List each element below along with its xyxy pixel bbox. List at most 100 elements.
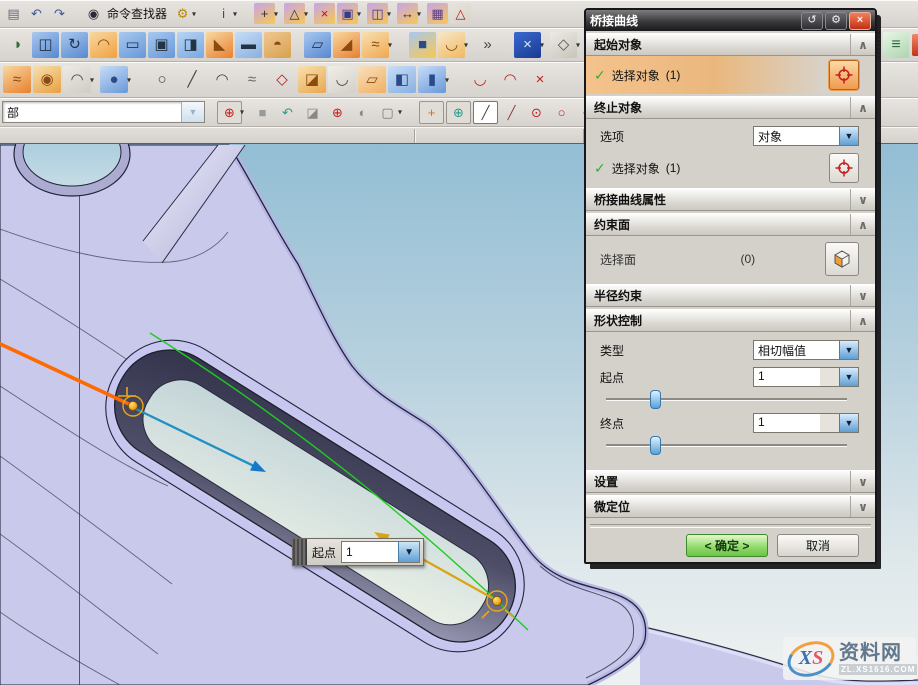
section-end-object[interactable]: 终止对象 ∧: [586, 96, 875, 119]
revolve-icon[interactable]: ↻: [61, 32, 88, 58]
delete-face-icon[interactable]: ×: [314, 3, 335, 24]
selection-scope-combo[interactable]: 部 ▼: [2, 101, 205, 123]
info-note-icon-dropdown-arrow[interactable]: ▾: [233, 9, 240, 18]
section-radius-constraint[interactable]: 半径约束 ∨: [586, 284, 875, 307]
section-settings-chevron-icon[interactable]: ∨: [850, 471, 875, 492]
point-snap-icon[interactable]: ⊕: [326, 102, 349, 123]
section-radius-constraint-chevron-icon[interactable]: ∨: [850, 285, 875, 306]
end-value-field[interactable]: 1 ▼: [753, 413, 859, 433]
fit-view-icon[interactable]: ×▾: [514, 32, 541, 58]
datum-plane-icon[interactable]: ▱: [358, 66, 386, 93]
section-bridge-properties-chevron-icon[interactable]: ∨: [850, 189, 875, 210]
flip-plane-icon[interactable]: ◧: [388, 66, 416, 93]
move-face-icon-dropdown-arrow[interactable]: ▾: [274, 9, 281, 18]
selection-filter-icon-dropdown-arrow[interactable]: ▾: [240, 108, 247, 117]
isocurve-icon[interactable]: ◡: [328, 66, 356, 93]
marquee-select-icon[interactable]: ▢▾: [376, 102, 399, 123]
selection-filter-icon[interactable]: ⊕▾: [217, 101, 242, 124]
fit-view-icon-dropdown-arrow[interactable]: ▾: [540, 40, 547, 49]
move-face-icon[interactable]: +▾: [254, 3, 275, 24]
type-dropdown-arrow-icon[interactable]: ▼: [839, 341, 858, 359]
grab-hand-icon[interactable]: ◐: [351, 102, 374, 123]
face-select-button[interactable]: [825, 242, 859, 276]
curve-on-surface-icon[interactable]: ◪: [298, 66, 326, 93]
end-value-input[interactable]: 1: [754, 414, 820, 432]
plate-icon-dropdown-arrow[interactable]: ▾: [576, 40, 583, 49]
rollback-icon[interactable]: ↶: [276, 102, 299, 123]
undo-icon[interactable]: ↶: [26, 3, 47, 24]
customize-wrench-icon-dropdown-arrow[interactable]: ▾: [192, 9, 199, 18]
sweep-icon[interactable]: ◢: [333, 32, 360, 58]
bridge-curve-icon[interactable]: ◡: [466, 66, 494, 93]
boss-table-icon[interactable]: ◉: [33, 66, 61, 93]
end-slider-thumb[interactable]: [650, 436, 661, 455]
dome-icon[interactable]: ◠: [90, 32, 117, 58]
flex-bend-icon[interactable]: ≈▾: [362, 32, 389, 58]
ok-button[interactable]: < 确定 >: [686, 534, 768, 557]
section-micro-position[interactable]: 微定位 ∨: [586, 495, 875, 518]
end-select-row[interactable]: ✓ 选择对象 (1): [586, 150, 875, 186]
start-select-target-button[interactable]: [829, 60, 859, 90]
snap-endpoint-icon[interactable]: ╱: [473, 101, 498, 124]
copy-face-icon-dropdown-arrow[interactable]: ▾: [357, 9, 364, 18]
save-icon[interactable]: ▤: [3, 3, 24, 24]
circle-point-icon[interactable]: ○: [148, 66, 176, 93]
snap-center-icon[interactable]: ⊙: [525, 102, 548, 123]
panel-grip-handle[interactable]: [293, 539, 307, 565]
start-select-row[interactable]: ✓ 选择对象 (1): [586, 56, 875, 94]
block-icon[interactable]: ■: [409, 32, 436, 58]
command-finder-label[interactable]: 命令查找器: [107, 5, 167, 22]
section-shape-control[interactable]: 形状控制 ∧: [586, 309, 875, 332]
command-finder-binoculars-icon[interactable]: ◉: [83, 3, 104, 24]
selection-scope-dropdown-icon[interactable]: ▼: [181, 102, 204, 122]
snap-all-icon[interactable]: +: [419, 101, 444, 124]
part-navigator-icon[interactable]: ≡: [883, 32, 909, 58]
redo-icon[interactable]: ↷: [49, 3, 70, 24]
overflow-chevron-icon[interactable]: »: [474, 32, 501, 58]
blend-curve-icon[interactable]: ◠: [496, 66, 524, 93]
eraser-icon[interactable]: ◪: [301, 102, 324, 123]
end-select-target-button[interactable]: [829, 153, 859, 183]
section-end-object-chevron-icon[interactable]: ∧: [850, 97, 875, 118]
pad-icon[interactable]: ▭: [119, 32, 146, 58]
slab-icon[interactable]: ▬: [235, 32, 262, 58]
face-select-row[interactable]: 选择面 (0): [586, 236, 875, 282]
pattern-face-icon[interactable]: ▦: [427, 3, 448, 24]
section-start-object[interactable]: 起始对象 ∧: [586, 33, 875, 56]
copy-face-icon[interactable]: ▣▾: [337, 3, 358, 24]
emboss-icon[interactable]: ◨: [177, 32, 204, 58]
offset-surface-icon-dropdown-arrow[interactable]: ▾: [90, 75, 97, 84]
offset-region-icon-dropdown-arrow[interactable]: ▾: [304, 9, 311, 18]
dialog-titlebar[interactable]: 桥接曲线 ↺ ⚙ ×: [586, 10, 875, 31]
sheet-body-icon[interactable]: ▱: [304, 32, 331, 58]
bend-sheet-icon[interactable]: ◡▾: [438, 32, 465, 58]
spline-icon[interactable]: ≈: [238, 66, 266, 93]
customize-wrench-icon[interactable]: ⚙▾: [172, 3, 193, 24]
trim-curve-icon[interactable]: ×: [526, 66, 554, 93]
dialog-reset-button[interactable]: ↺: [801, 12, 823, 30]
pocket-icon[interactable]: ▣: [148, 32, 175, 58]
resize-face-icon-dropdown-arrow[interactable]: ▾: [417, 9, 424, 18]
start-slider-track[interactable]: [606, 398, 847, 400]
end-value-spinner-icon[interactable]: ▼: [839, 414, 858, 432]
dialog-close-button[interactable]: ×: [849, 12, 871, 30]
start-slider-thumb[interactable]: [650, 390, 661, 409]
line-icon[interactable]: ╱: [178, 66, 206, 93]
onscreen-input-panel[interactable]: 起点 1 ▼: [292, 538, 424, 566]
mini-start-field[interactable]: 1 ▼: [341, 541, 420, 563]
section-settings[interactable]: 设置 ∨: [586, 470, 875, 493]
mini-start-value[interactable]: 1: [342, 545, 398, 559]
mini-spinner-down-icon[interactable]: ▼: [398, 542, 419, 562]
offset-region-icon[interactable]: △▾: [284, 3, 305, 24]
info-note-icon[interactable]: i▾: [213, 3, 234, 24]
section-constraint-face[interactable]: 约束面 ∧: [586, 213, 875, 236]
section-start-object-chevron-icon[interactable]: ∧: [850, 34, 875, 55]
start-value-spinner-icon[interactable]: ▼: [839, 368, 858, 386]
flex-bend-icon-dropdown-arrow[interactable]: ▾: [388, 40, 395, 49]
snap-move-icon[interactable]: ⊕: [446, 101, 471, 124]
extend-body-icon[interactable]: ▮▾: [418, 66, 446, 93]
tube-icon[interactable]: ●▾: [100, 66, 128, 93]
snap-quadrant-icon[interactable]: ○: [550, 102, 573, 123]
section-constraint-face-chevron-icon[interactable]: ∧: [850, 214, 875, 235]
section-shape-control-chevron-icon[interactable]: ∧: [850, 310, 875, 331]
